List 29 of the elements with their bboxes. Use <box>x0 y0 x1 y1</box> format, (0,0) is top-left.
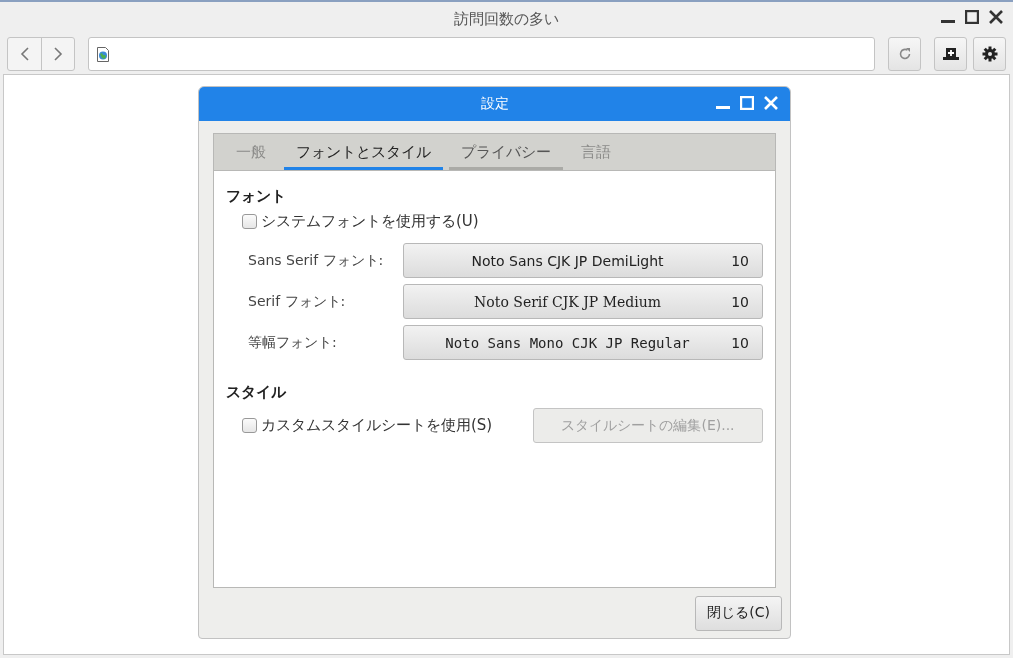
tab[interactable]: フォントとスタイル <box>284 134 443 170</box>
font-picker-button[interactable]: Noto Sans CJK JP DemiLight 10 <box>403 243 763 278</box>
font-picker-button[interactable]: Noto Serif CJK JP Medium 10 <box>403 284 763 319</box>
chevron-right-icon <box>53 47 63 61</box>
maximize-icon[interactable] <box>965 10 979 24</box>
checkbox-label: システムフォントを使用する(U) <box>261 212 479 231</box>
font-label: Sans Serif フォント: <box>248 251 385 270</box>
plus-tab-icon <box>942 47 959 61</box>
reload-icon <box>897 47 912 61</box>
font-label: 等幅フォント: <box>248 333 338 352</box>
page-globe-icon <box>97 46 109 62</box>
gear-icon <box>981 46 998 62</box>
reload-button[interactable] <box>888 37 921 71</box>
window-title: 訪問回数の多い <box>454 9 559 29</box>
checkbox-label: カスタムスタイルシートを使用(S) <box>261 416 493 435</box>
section-heading: スタイル <box>226 383 286 401</box>
close-button[interactable]: 閉じる(C) <box>695 595 782 631</box>
dialog-title: 設定 <box>480 95 509 113</box>
tab[interactable]: プライバシー <box>449 134 563 170</box>
new-tab-button[interactable] <box>934 37 967 71</box>
section-heading: フォント <box>226 187 287 206</box>
close-icon[interactable] <box>989 10 1003 24</box>
address-field[interactable] <box>88 37 875 71</box>
checkbox[interactable] <box>242 214 257 229</box>
font-label: Serif フォント: <box>248 292 347 311</box>
font-picker-button[interactable]: Noto Sans Mono CJK JP Regular 10 <box>403 325 763 360</box>
checkbox[interactable] <box>242 418 257 433</box>
chevron-left-icon <box>19 47 30 61</box>
settings-button[interactable] <box>973 37 1006 71</box>
